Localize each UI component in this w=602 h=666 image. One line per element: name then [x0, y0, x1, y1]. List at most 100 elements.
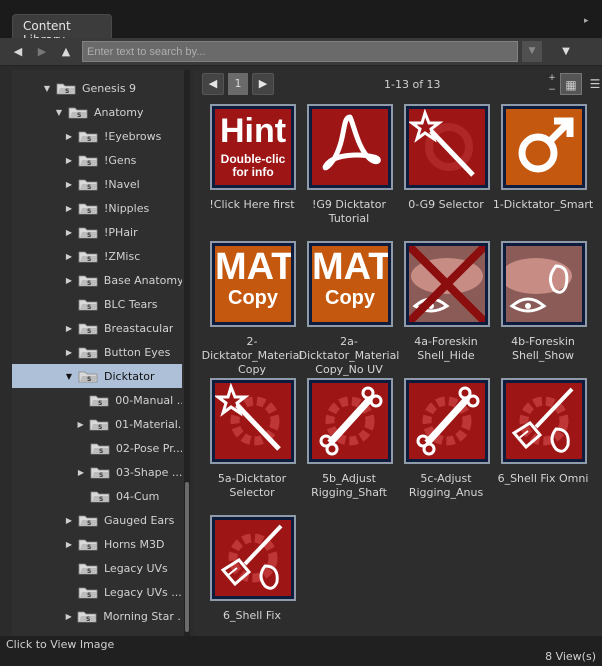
hint-line-2: for info [232, 165, 274, 179]
toolbar: ◀ ▶ ▲ ▼ ▼ [0, 38, 602, 66]
search-input[interactable] [82, 41, 518, 62]
item-thumbnail[interactable] [307, 378, 393, 464]
collapsed-arrow-icon[interactable]: ▶ [64, 540, 74, 549]
collapsed-arrow-icon[interactable]: ▶ [76, 420, 85, 429]
tree-item[interactable]: ▶ S Gauged Ears [12, 508, 182, 532]
content-item[interactable]: 5c-Adjust Rigging_Anus [400, 378, 492, 518]
item-thumbnail[interactable]: MAT Copy [307, 241, 393, 327]
result-count: 1-13 of 13 [384, 78, 441, 91]
expanded-arrow-icon[interactable]: ▼ [54, 108, 64, 117]
tree-item-label: BLC Tears [104, 297, 158, 311]
content-item[interactable]: MAT Copy 2a-Dicktator_Material Copy_No UV [299, 241, 399, 381]
tree-item[interactable]: ▶ S !Gens [12, 148, 182, 172]
item-thumbnail[interactable]: MAT Copy [210, 241, 296, 327]
content-item[interactable]: Hint Double-clic for info !Click Here first [206, 104, 298, 244]
collapsed-arrow-icon[interactable]: ▶ [64, 228, 74, 237]
expanded-arrow-icon[interactable]: ▼ [64, 372, 74, 381]
svg-text:S: S [87, 280, 91, 287]
content-item[interactable]: 5a-Dicktator Selector [206, 378, 298, 518]
tree-item[interactable]: ▶ S !Nipples [12, 196, 182, 220]
content-item[interactable]: 1-Dicktator_Smart [493, 104, 593, 244]
item-thumbnail[interactable] [210, 378, 296, 464]
collapsed-arrow-icon[interactable]: ▶ [64, 204, 74, 213]
content-item[interactable]: 6_Shell Fix [206, 515, 298, 655]
tree-item[interactable]: S 02-Pose Pr... [12, 436, 182, 460]
tree-item[interactable]: ▶ S !ZMisc [12, 244, 182, 268]
thumbnail-art [312, 109, 388, 185]
collapsed-arrow-icon[interactable]: ▶ [64, 348, 74, 357]
tree-item[interactable]: ▶ S 03-Shape ... [12, 460, 182, 484]
tree-item[interactable]: ▶ S Morning Star ... [12, 604, 182, 628]
collapsed-arrow-icon[interactable]: ▶ [64, 156, 74, 165]
tree-item[interactable]: S BLC Tears [12, 292, 182, 316]
thumbnail-art [312, 383, 388, 459]
item-label: !G9 Dicktator Tutorial [312, 198, 386, 225]
content-item[interactable]: 5b_Adjust Rigging_Shaft [303, 378, 395, 518]
tree-item[interactable]: ▼ S Genesis 9 [12, 76, 182, 100]
item-thumbnail[interactable] [404, 104, 490, 190]
content-item[interactable]: !G9 Dicktator Tutorial [303, 104, 395, 244]
content-item[interactable]: 4b-Foreskin Shell_Show [497, 241, 589, 381]
collapsed-arrow-icon[interactable]: ▶ [64, 276, 74, 285]
tab-content-library[interactable]: Content Library [12, 14, 112, 47]
forward-arrow-icon[interactable]: ▶ [32, 42, 52, 62]
item-thumbnail[interactable] [404, 241, 490, 327]
svg-text:S: S [87, 160, 91, 167]
item-thumbnail[interactable] [210, 515, 296, 601]
next-page-icon[interactable]: ▶ [252, 73, 274, 95]
tree-item[interactable]: S 04-Cum [12, 484, 182, 508]
tree-item-label: Anatomy [94, 105, 144, 119]
back-arrow-icon[interactable]: ◀ [8, 42, 28, 62]
up-arrow-icon[interactable]: ▲ [56, 42, 76, 62]
item-thumbnail[interactable]: Hint Double-clic for info [210, 104, 296, 190]
thumbnail-art [506, 109, 582, 185]
collapsed-arrow-icon[interactable]: ▶ [64, 180, 74, 189]
collapsed-arrow-icon[interactable]: ▶ [64, 516, 74, 525]
content-item[interactable]: 0-G9 Selector [400, 104, 492, 244]
item-thumbnail[interactable] [404, 378, 490, 464]
options-dropdown-icon[interactable]: ▼ [546, 41, 586, 62]
folder-icon: S [78, 370, 98, 383]
item-thumbnail[interactable] [501, 378, 587, 464]
thumbnail-art [409, 246, 485, 322]
tree-item[interactable]: ▶ S Base Anatomy [12, 268, 182, 292]
collapsed-arrow-icon[interactable]: ▶ [64, 132, 74, 141]
tree-item[interactable]: S 00-Manual ... [12, 388, 182, 412]
zoom-control-icon[interactable]: + − [546, 72, 558, 96]
list-view-icon[interactable]: ☰ [584, 73, 602, 95]
wand-icon [409, 109, 475, 177]
collapsed-arrow-icon[interactable]: ▶ [64, 324, 74, 333]
tree-scrollbar-thumb[interactable] [185, 482, 189, 632]
item-label: 5c-Adjust Rigging_Anus [408, 472, 484, 499]
collapsed-arrow-icon[interactable]: ▶ [64, 612, 73, 621]
tree-item[interactable]: ▶ S Horns M3D [12, 532, 182, 556]
tree-scrollbar[interactable] [184, 70, 190, 636]
collapsed-arrow-icon[interactable]: ▶ [76, 468, 86, 477]
tree-item[interactable]: ▼ S Dicktator [12, 364, 182, 388]
content-item[interactable]: MAT Copy 2-Dicktator_Material Copy [202, 241, 302, 381]
svg-text:S: S [87, 592, 91, 599]
content-item[interactable]: 6_Shell Fix Omni [497, 378, 589, 518]
item-thumbnail[interactable] [501, 241, 587, 327]
item-thumbnail[interactable] [501, 104, 587, 190]
collapsed-arrow-icon[interactable]: ▶ [64, 252, 74, 261]
brush-shell-icon [220, 524, 283, 590]
tree-item[interactable]: ▼ S Anatomy [12, 100, 182, 124]
tree-item[interactable]: S Legacy UVs [12, 556, 182, 580]
page-number[interactable]: 1 [228, 73, 248, 95]
search-dropdown-icon[interactable]: ▼ [522, 41, 542, 62]
folder-icon: S [89, 418, 109, 431]
tree-item[interactable]: ▶ S Button Eyes [12, 340, 182, 364]
tree-item[interactable]: ▶ S !Navel [12, 172, 182, 196]
panel-menu-icon[interactable]: ▸ [584, 16, 598, 30]
prev-page-icon[interactable]: ◀ [202, 73, 224, 95]
tree-item[interactable]: ▶ S 01-Material... [12, 412, 182, 436]
tree-item[interactable]: ▶ S Breastacular [12, 316, 182, 340]
content-item[interactable]: 4a-Foreskin Shell_Hide [400, 241, 492, 381]
expanded-arrow-icon[interactable]: ▼ [42, 84, 52, 93]
tree-item[interactable]: ▶ S !Eyebrows [12, 124, 182, 148]
grid-view-icon[interactable]: ▦ [560, 73, 582, 95]
tree-item[interactable]: ▶ S !PHair [12, 220, 182, 244]
item-thumbnail[interactable] [307, 104, 393, 190]
tree-item[interactable]: S Legacy UVs ... [12, 580, 182, 604]
